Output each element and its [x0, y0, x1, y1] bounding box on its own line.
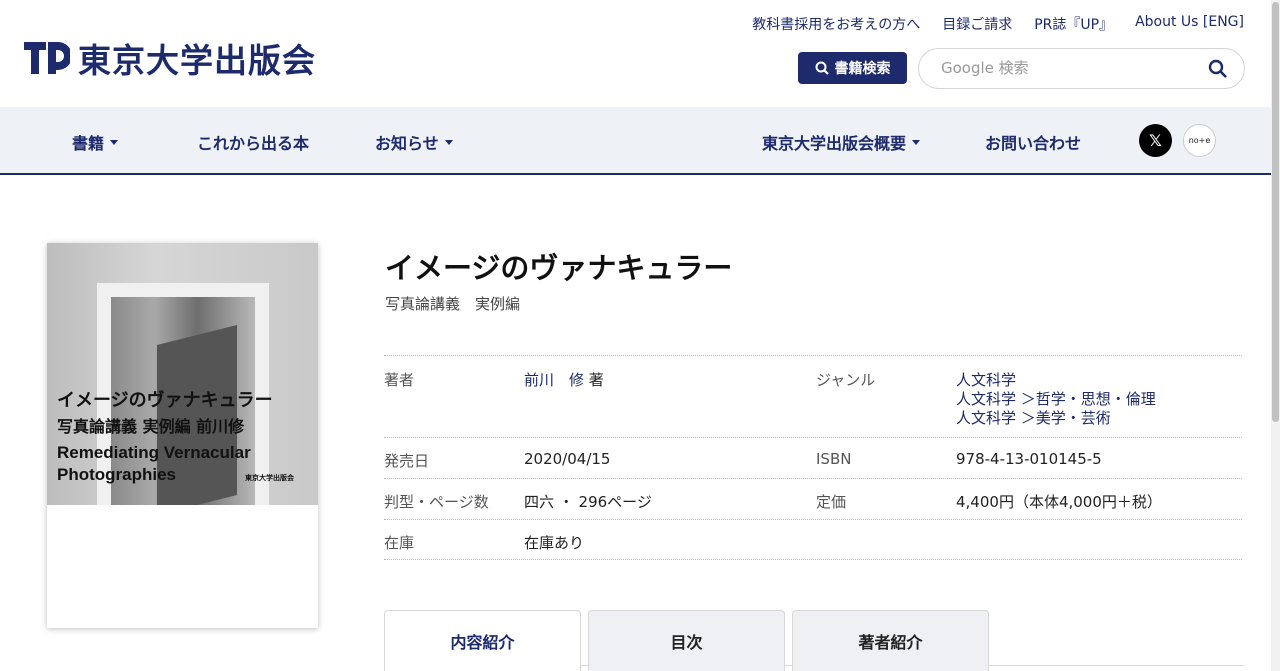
google-search-icon[interactable] [1208, 59, 1228, 79]
cover-subtitle-jp: 写真論講義 実例編 前川修 [57, 417, 245, 436]
stock-label: 在庫 [384, 534, 415, 552]
info-row-release-isbn: 発売日 2020/04/15 ISBN 978-4-13-010145-5 [384, 437, 1242, 478]
genre-link-1[interactable]: 人文科学 [956, 369, 1016, 390]
isbn-label: ISBN [816, 450, 852, 468]
book-info-table: 著者 前川 修 著 ジャンル 人文科学 人文科学 ＞哲学・思想・倫理 人文科学 … [384, 355, 1242, 560]
nav-item-label: お知らせ [375, 134, 439, 153]
price-label: 定価 [816, 493, 847, 511]
cover-title-jp: イメージのヴァナキュラー [57, 390, 273, 411]
info-row-author-genre: 著者 前川 修 著 ジャンル 人文科学 人文科学 ＞哲学・思想・倫理 人文科学 … [384, 355, 1242, 437]
nav-item-label: 東京大学出版会概要 [762, 134, 907, 153]
info-row-stock: 在庫 在庫あり [384, 519, 1242, 560]
note-icon[interactable]: no+e [1183, 124, 1216, 157]
detail-tabs: 内容紹介 目次 著者紹介 [384, 610, 1244, 671]
book-title: イメージのヴァナキュラー [385, 251, 733, 285]
logo-text: 東京大学出版会 [78, 41, 316, 80]
isbn-value: 978-4-13-010145-5 [956, 450, 1102, 468]
genre-link-2[interactable]: 人文科学 ＞哲学・思想・倫理 [956, 388, 1156, 409]
format-label: 判型・ページ数 [384, 493, 489, 511]
caret-down-icon [444, 139, 453, 145]
nav-item-news[interactable]: お知らせ [375, 130, 453, 154]
nav-item-books[interactable]: 書籍 [72, 130, 119, 154]
book-cover[interactable]: イメージのヴァナキュラー 写真論講義 実例編 前川修 Remediating V… [47, 243, 318, 628]
book-subtitle: 写真論講義 実例編 [385, 295, 521, 313]
genre-label: ジャンル [816, 371, 876, 389]
nav-item-contact[interactable]: お問い合わせ [985, 130, 1081, 154]
scrollbar-thumb[interactable] [1272, 2, 1279, 422]
top-link-about-us[interactable]: About Us [ENG] [1135, 14, 1244, 34]
release-value: 2020/04/15 [524, 450, 611, 468]
info-row-format-price: 判型・ページ数 四六 ・ 296ページ 定価 4,400円（本体4,000円＋税… [384, 478, 1242, 519]
author-value: 前川 修 著 [524, 369, 604, 390]
price-value: 4,400円（本体4,000円＋税） [956, 493, 1162, 511]
nav-item-about[interactable]: 東京大学出版会概要 [762, 130, 921, 154]
cover-title-en-1: Remediating Vernacular [57, 443, 251, 462]
tab-contents[interactable]: 目次 [588, 610, 785, 671]
google-search-box [918, 48, 1245, 89]
book-search-label: 書籍検索 [834, 61, 891, 77]
search-icon [815, 61, 829, 75]
stock-value: 在庫あり [524, 534, 585, 552]
top-links: 教科書採用をお考えの方へ 目録ご請求 PR誌『UP』 About Us [ENG… [752, 14, 1244, 34]
top-link-textbook[interactable]: 教科書採用をお考えの方へ [752, 14, 920, 34]
release-label: 発売日 [384, 452, 430, 470]
google-search-input[interactable] [941, 59, 1191, 77]
caret-down-icon [912, 139, 921, 145]
cover-title-en-2: Photographies [57, 465, 177, 484]
page-scrollbar[interactable] [1271, 0, 1280, 671]
nav-item-upcoming[interactable]: これから出る本 [197, 130, 309, 154]
nav-item-label: これから出る本 [197, 134, 310, 153]
nav-item-label: 書籍 [72, 134, 105, 153]
nav-item-label: お問い合わせ [985, 134, 1082, 153]
x-icon[interactable]: 𝕏 [1139, 124, 1172, 157]
book-search-button[interactable]: 書籍検索 [798, 52, 907, 84]
top-link-up-magazine[interactable]: PR誌『UP』 [1034, 14, 1113, 34]
genre-link-3[interactable]: 人文科学 ＞美学・芸術 [956, 407, 1111, 428]
tab-author-profile[interactable]: 著者紹介 [792, 610, 989, 671]
site-header: 東京大学出版会 教科書採用をお考えの方へ 目録ご請求 PR誌『UP』 About… [0, 0, 1280, 107]
site-logo[interactable]: 東京大学出版会 [24, 34, 316, 82]
main-nav: 書籍 これから出る本 お知らせ 東京大学出版会概要 お問い合わせ [0, 107, 1280, 175]
cover-publisher: 東京大学出版会 [245, 474, 294, 482]
logo-mark-icon [24, 42, 70, 74]
format-value: 四六 ・ 296ページ [524, 493, 652, 511]
author-label: 著者 [384, 371, 415, 389]
author-suffix: 著 [588, 371, 604, 389]
tab-description[interactable]: 内容紹介 [384, 610, 581, 671]
caret-down-icon [110, 139, 119, 145]
top-link-catalog[interactable]: 目録ご請求 [942, 14, 1012, 34]
author-link[interactable]: 前川 修 [524, 371, 584, 389]
